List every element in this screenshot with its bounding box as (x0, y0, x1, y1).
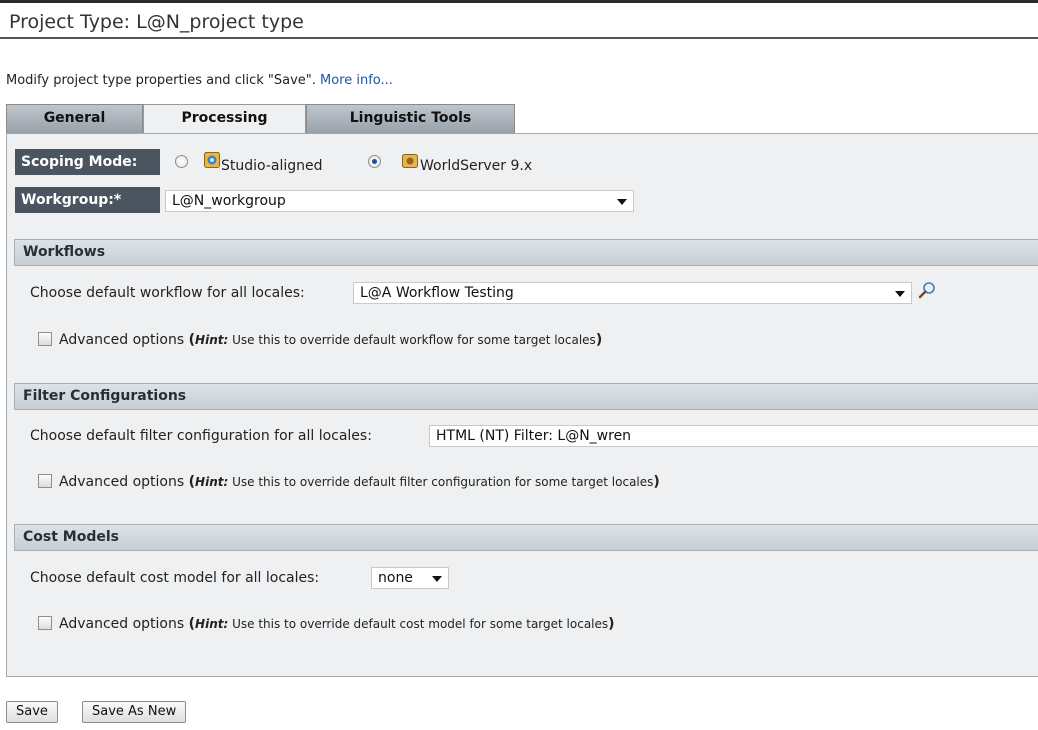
hint-text: Use this to override default workflow fo… (228, 333, 596, 347)
tab-general[interactable]: General (6, 104, 143, 133)
cost-model-advanced-text: Advanced options (Hint: Use this to over… (59, 616, 615, 632)
filter-configuration-field[interactable]: HTML (NT) Filter: L@N_wren (429, 425, 1038, 447)
dropdown-arrow-icon (432, 576, 442, 582)
cost-model-choose-label: Choose default cost model for all locale… (30, 570, 320, 586)
hint-label: Hint: (195, 617, 229, 631)
hint-label: Hint: (195, 333, 229, 347)
save-button[interactable]: Save (6, 701, 58, 723)
paren-close: ) (608, 616, 615, 632)
title-bar: Project Type: L@N_project type (0, 3, 1038, 39)
filter-advanced-text: Advanced options (Hint: Use this to over… (59, 474, 660, 490)
workflow-select[interactable]: L@A Workflow Testing (353, 282, 912, 304)
filter-advanced-checkbox[interactable] (38, 474, 52, 488)
cost-model-select[interactable]: none (371, 567, 449, 589)
radio-studio-aligned[interactable] (175, 155, 188, 168)
radio-worldserver[interactable] (368, 155, 381, 168)
hint-text: Use this to override default filter conf… (228, 475, 654, 489)
scoping-mode-label: Scoping Mode: (15, 149, 160, 175)
paren-close: ) (653, 474, 660, 490)
studio-app-icon (204, 152, 220, 168)
studio-aligned-label: Studio-aligned (221, 158, 323, 174)
workgroup-value: L@N_workgroup (172, 193, 286, 209)
intro-text: Modify project type properties and click… (6, 73, 393, 88)
worldserver-label: WorldServer 9.x (420, 158, 533, 174)
workgroup-label: Workgroup:* (15, 187, 160, 213)
dropdown-arrow-icon (617, 199, 627, 205)
hint-text: Use this to override default cost model … (228, 617, 609, 631)
filter-choose-label: Choose default filter configuration for … (30, 428, 372, 444)
cost-model-advanced-checkbox[interactable] (38, 616, 52, 630)
worldserver-app-icon (402, 154, 418, 168)
advanced-options-label: Advanced options (59, 332, 185, 348)
workflow-advanced-text: Advanced options (Hint: Use this to over… (59, 332, 602, 348)
save-as-new-button[interactable]: Save As New (82, 701, 187, 723)
tab-linguistic-tools[interactable]: Linguistic Tools (306, 104, 515, 133)
hint-wrap: Hint: Use this to override default workf… (195, 333, 596, 347)
magnifier-icon[interactable] (918, 281, 936, 299)
hint-wrap: Hint: Use this to override default filte… (195, 475, 653, 489)
cost-models-header: Cost Models (14, 524, 1038, 551)
advanced-options-label: Advanced options (59, 474, 185, 490)
intro-instruction: Modify project type properties and click… (6, 73, 321, 88)
more-info-link[interactable]: More info... (320, 73, 393, 88)
advanced-options-label: Advanced options (59, 616, 185, 632)
hint-wrap: Hint: Use this to override default cost … (195, 617, 608, 631)
workflow-choose-label: Choose default workflow for all locales: (30, 285, 305, 301)
tab-processing[interactable]: Processing (143, 104, 306, 134)
filter-value: HTML (NT) Filter: L@N_wren (436, 428, 632, 444)
cost-model-value: none (378, 570, 413, 586)
filter-configurations-header: Filter Configurations (14, 383, 1038, 410)
workflows-header: Workflows (14, 239, 1038, 266)
paren-close: ) (595, 332, 603, 348)
workflow-value: L@A Workflow Testing (360, 285, 514, 301)
workflow-advanced-checkbox[interactable] (38, 332, 52, 346)
hint-label: Hint: (195, 475, 229, 489)
page-title: Project Type: L@N_project type (9, 11, 304, 33)
dropdown-arrow-icon (895, 291, 905, 297)
workgroup-select[interactable]: L@N_workgroup (165, 190, 634, 212)
